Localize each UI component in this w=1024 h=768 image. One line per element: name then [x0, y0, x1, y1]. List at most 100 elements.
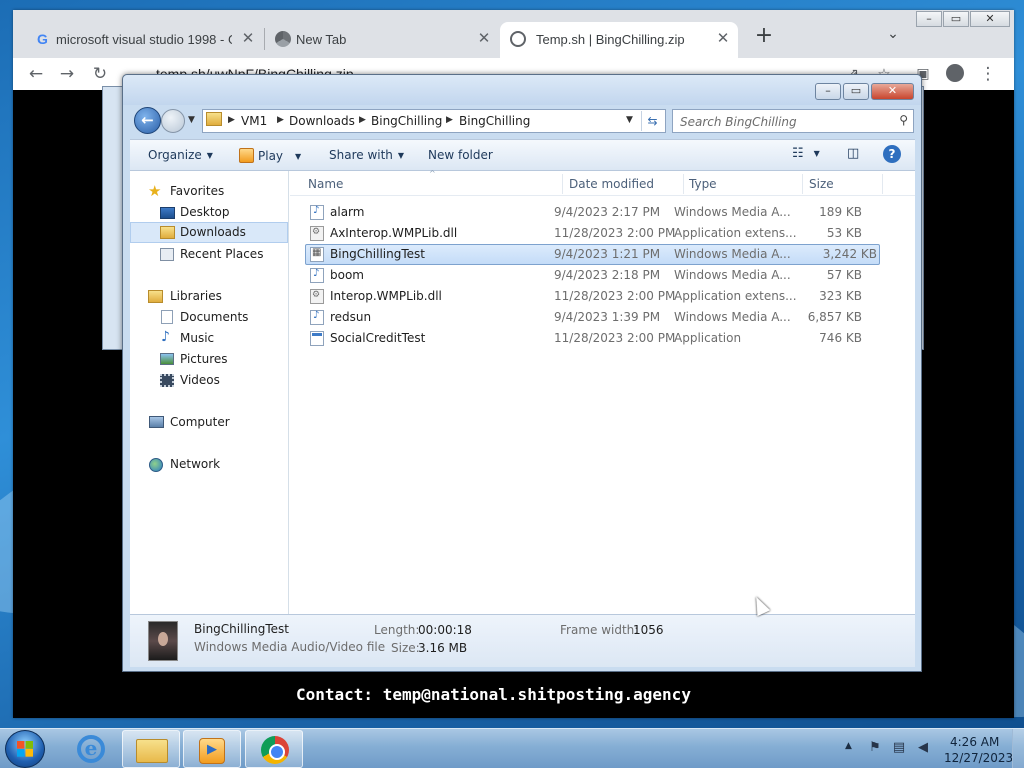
close-icon[interactable]: ✕ [475, 30, 493, 48]
nav-documents[interactable]: Documents [130, 307, 288, 328]
file-row[interactable]: AxInterop.WMPLib.dll 11/28/2023 2:00 PM … [305, 223, 880, 244]
back-button[interactable]: ← [134, 107, 161, 134]
menu-dots-icon[interactable]: ⋮ [976, 62, 1000, 86]
back-arrow-icon[interactable]: ← [24, 62, 48, 86]
nav-recent-places[interactable]: Recent Places [130, 244, 288, 265]
share-with-button[interactable]: Share with ▼ [329, 148, 404, 162]
windows-media-player-icon [199, 738, 225, 764]
column-size[interactable]: Size [809, 177, 834, 191]
forward-arrow-icon[interactable]: → [55, 62, 79, 86]
close-button[interactable]: ✕ [970, 11, 1010, 27]
nav-desktop[interactable]: Desktop [130, 202, 288, 223]
search-icon[interactable]: ⚲ [899, 113, 908, 127]
address-dropdown-icon[interactable]: ▼ [626, 115, 633, 125]
column-separator[interactable] [562, 174, 563, 194]
nav-favorites[interactable]: ★ Favorites [130, 181, 288, 202]
breadcrumb-arrow-icon[interactable]: ▶ [228, 115, 235, 125]
column-separator[interactable] [882, 174, 883, 194]
file-row[interactable]: boom 9/4/2023 2:18 PM Windows Media A...… [305, 265, 880, 286]
file-date: 11/28/2023 2:00 PM [554, 289, 676, 303]
search-placeholder: Search BingChilling [680, 115, 797, 129]
breadcrumb-bingchilling-current[interactable]: BingChilling [459, 114, 530, 128]
breadcrumb-arrow-icon[interactable]: ▶ [359, 115, 366, 125]
file-row-selected[interactable]: BingChillingTest 9/4/2023 1:21 PM Window… [305, 244, 880, 265]
svg-text:G: G [37, 31, 48, 47]
breadcrumb-arrow-icon[interactable]: ▶ [277, 115, 284, 125]
maximize-button[interactable]: ▭ [843, 83, 869, 100]
new-tab-button[interactable]: + [751, 24, 777, 50]
pictures-icon [160, 353, 174, 365]
start-button[interactable] [5, 730, 45, 768]
file-row[interactable]: SocialCreditTest 11/28/2023 2:00 PM Appl… [305, 328, 880, 349]
clock-time[interactable]: 4:26 AM [950, 735, 999, 749]
taskbar-windows-media-player[interactable] [183, 730, 241, 768]
nav-computer[interactable]: Computer [130, 412, 288, 433]
file-size: 57 KB [826, 268, 862, 282]
show-desktop-button[interactable] [1012, 729, 1024, 768]
address-breadcrumb[interactable]: ▶ VM1 ▶ Downloads ▶ BingChilling ▶ BingC… [202, 109, 666, 133]
column-name[interactable]: Name [308, 177, 343, 191]
computer-icon [149, 416, 164, 428]
taskbar-chrome[interactable] [245, 730, 303, 768]
sort-ascending-icon: ^ [429, 169, 436, 178]
action-center-flag-icon[interactable]: ⚑ [866, 740, 884, 758]
search-input[interactable]: Search BingChilling ⚲ [672, 109, 914, 133]
nav-music[interactable]: ♪ Music [130, 328, 288, 349]
minimize-button[interactable]: – [815, 83, 841, 100]
minimize-button[interactable]: – [916, 11, 942, 27]
breadcrumb-vm1[interactable]: VM1 [241, 114, 267, 128]
clock-date[interactable]: 12/27/2023 [944, 751, 1013, 765]
forward-button[interactable] [161, 109, 185, 133]
organize-label: Organize [148, 148, 202, 162]
recent-pages-dropdown[interactable]: ▼ [188, 115, 195, 125]
profile-avatar-icon[interactable] [943, 62, 967, 86]
reload-icon[interactable]: ↻ [88, 62, 112, 86]
taskbar-internet-explorer[interactable]: e [60, 730, 118, 768]
browser-window-controls: – ▭ ✕ [916, 11, 1014, 29]
volume-muted-icon[interactable]: ◀ [914, 740, 932, 758]
new-folder-button[interactable]: New folder [428, 148, 493, 162]
breadcrumb-bingchilling[interactable]: BingChilling [371, 114, 442, 128]
file-date: 9/4/2023 1:39 PM [554, 310, 661, 324]
taskbar-windows-explorer[interactable] [122, 730, 180, 768]
tab-temp-sh[interactable]: Temp.sh | BingChilling.zip ✕ [500, 22, 738, 58]
music-note-icon: ♪ [161, 329, 170, 345]
column-headers: ^ Name Date modified Type Size [290, 169, 915, 196]
nav-libraries[interactable]: Libraries [130, 286, 288, 307]
audio-file-icon [310, 268, 324, 283]
help-icon[interactable]: ? [883, 145, 901, 163]
close-button[interactable]: ✕ [871, 83, 914, 100]
column-type[interactable]: Type [689, 177, 717, 191]
column-separator[interactable] [683, 174, 684, 194]
file-row[interactable]: alarm 9/4/2023 2:17 PM Windows Media A..… [305, 202, 880, 223]
file-row[interactable]: redsun 9/4/2023 1:39 PM Windows Media A.… [305, 307, 880, 328]
tab-new-tab[interactable]: New Tab ✕ [265, 22, 497, 58]
close-icon[interactable]: ✕ [714, 30, 732, 48]
chevron-down-icon[interactable]: ⌄ [883, 26, 903, 46]
show-hidden-icons-icon[interactable]: ▲ [845, 741, 852, 751]
file-date: 11/28/2023 2:00 PM [554, 331, 676, 345]
column-date-modified[interactable]: Date modified [569, 177, 654, 191]
nav-network[interactable]: Network [130, 454, 288, 475]
close-icon[interactable]: ✕ [239, 30, 257, 48]
preview-pane-icon[interactable]: ◫ [847, 146, 859, 161]
maximize-button[interactable]: ▭ [943, 11, 969, 27]
breadcrumb-downloads[interactable]: Downloads [289, 114, 355, 128]
nav-videos[interactable]: Videos [130, 370, 288, 391]
tab-title: microsoft visual studio 1998 - Go [56, 32, 232, 47]
play-icon [239, 148, 254, 163]
view-options-icon[interactable]: ☷ ▼ [792, 146, 820, 161]
play-button[interactable]: Play ▼ [239, 148, 301, 163]
nav-pictures[interactable]: Pictures [130, 349, 288, 370]
breadcrumb-arrow-icon[interactable]: ▶ [446, 115, 453, 125]
network-disconnected-icon[interactable]: ▤ [890, 740, 908, 758]
tab-google-search[interactable]: G microsoft visual studio 1998 - Go ✕ [25, 22, 261, 58]
nav-downloads[interactable]: Downloads [130, 222, 288, 243]
file-row[interactable]: Interop.WMPLib.dll 11/28/2023 2:00 PM Ap… [305, 286, 880, 307]
explorer-titlebar[interactable]: – ▭ ✕ [123, 75, 921, 105]
file-list: ^ Name Date modified Type Size alarm 9/4… [290, 169, 915, 614]
column-separator[interactable] [802, 174, 803, 194]
nav-documents-label: Documents [180, 310, 249, 324]
refresh-icon[interactable]: ⇆ [641, 111, 663, 131]
organize-button[interactable]: Organize ▼ [148, 148, 213, 162]
